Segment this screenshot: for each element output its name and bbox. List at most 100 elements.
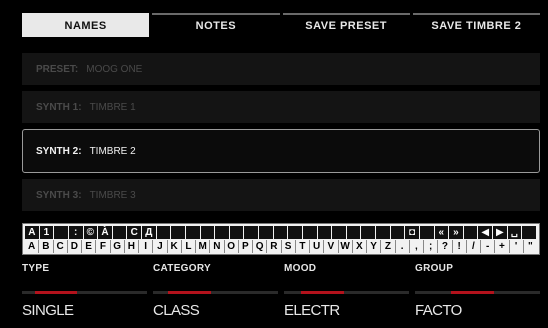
row-label: SYNTH 1: [36, 101, 82, 113]
symbol-key[interactable] [361, 226, 376, 239]
keyboard-letter-row: A B C D E F G H I J K L M N O P Q R S T U V W X Y Z.,;?! / - + ' " [25, 240, 537, 253]
letter-key[interactable]: T [296, 240, 310, 253]
symbol-key[interactable] [171, 226, 186, 239]
symbol-key[interactable] [332, 226, 347, 239]
symbol-key[interactable] [156, 226, 172, 239]
symbol-key[interactable] [273, 226, 289, 239]
letter-key[interactable]: ? [438, 240, 453, 253]
symbol-key[interactable] [463, 226, 479, 239]
synth-2-name-row[interactable]: SYNTH 2: TIMBRE 2 [22, 129, 540, 173]
letter-key[interactable]: R [267, 240, 282, 253]
symbol-key[interactable]: Д [142, 226, 157, 239]
letter-key[interactable]: A [25, 240, 40, 253]
synth-1-name-row[interactable]: SYNTH 1: TIMBRE 1 [22, 91, 540, 123]
letter-key[interactable]: K [168, 240, 182, 253]
symbol-key[interactable]: ◀ [478, 226, 493, 239]
mood-attribute[interactable]: MOOD ELECTR [284, 263, 409, 325]
letter-key[interactable]: / [467, 240, 481, 253]
symbol-key[interactable]: : [68, 226, 84, 239]
letter-key[interactable]: C [54, 240, 68, 253]
symbol-key[interactable] [390, 226, 406, 239]
symbol-key[interactable] [244, 226, 259, 239]
attribute-value: CLASS [153, 302, 200, 319]
letter-key[interactable]: U [310, 240, 325, 253]
attribute-scroll-track [284, 291, 409, 294]
synth-3-name-row[interactable]: SYNTH 3: TIMBRE 3 [22, 179, 540, 211]
row-value: TIMBRE 3 [89, 189, 136, 201]
letter-key[interactable]: F [96, 240, 111, 253]
symbol-key[interactable] [112, 226, 128, 239]
letter-key[interactable]: P [239, 240, 253, 253]
symbol-key[interactable]: С [127, 226, 142, 239]
symbol-key[interactable]: ◘ [405, 226, 420, 239]
letter-key[interactable]: " [524, 240, 537, 253]
symbol-key[interactable]: À [98, 226, 113, 239]
category-attribute[interactable]: CATEGORY CLASS [153, 263, 278, 325]
letter-key[interactable]: W [339, 240, 353, 253]
letter-key[interactable]: , [410, 240, 424, 253]
letter-key[interactable]: ; [424, 240, 439, 253]
symbol-key[interactable]: « [434, 226, 450, 239]
attribute-scroll-thumb[interactable] [301, 291, 344, 294]
attribute-value: FACTO [415, 302, 462, 319]
symbol-key[interactable]: ␣ [507, 226, 523, 239]
letter-key[interactable]: D [68, 240, 82, 253]
row-value: MOOG ONE [86, 63, 143, 75]
letter-key[interactable]: - [481, 240, 496, 253]
letter-key[interactable]: M [196, 240, 211, 253]
type-attribute[interactable]: TYPE SINGLE [22, 263, 147, 325]
letter-key[interactable]: E [82, 240, 97, 253]
symbol-key[interactable] [522, 226, 537, 239]
letter-key[interactable]: X [353, 240, 367, 253]
letter-key[interactable]: J [153, 240, 168, 253]
tab-notes[interactable]: NOTES [152, 13, 280, 37]
letter-key[interactable]: H [125, 240, 139, 253]
symbol-key[interactable] [376, 226, 391, 239]
symbol-key[interactable] [302, 226, 318, 239]
attribute-value: ELECTR [284, 302, 340, 319]
letter-key[interactable]: S [282, 240, 296, 253]
letter-key[interactable]: V [324, 240, 339, 253]
symbol-key[interactable]: » [449, 226, 464, 239]
tab-save-preset[interactable]: SAVE PRESET [282, 13, 410, 37]
letter-key[interactable]: N [210, 240, 225, 253]
letter-key[interactable]: Q [253, 240, 268, 253]
symbol-key[interactable]: 1 [39, 226, 55, 239]
symbol-key[interactable] [229, 226, 245, 239]
letter-key[interactable]: ! [453, 240, 467, 253]
letter-key[interactable]: L [182, 240, 196, 253]
symbol-key[interactable] [288, 226, 303, 239]
symbol-key[interactable] [54, 226, 69, 239]
letter-key[interactable]: O [225, 240, 239, 253]
attribute-value: SINGLE [22, 302, 74, 319]
symbol-key[interactable] [259, 226, 274, 239]
letter-key[interactable]: G [111, 240, 125, 253]
group-attribute[interactable]: GROUP FACTO [415, 263, 540, 325]
letter-key[interactable]: Y [367, 240, 382, 253]
attribute-scroll-thumb[interactable] [34, 291, 78, 294]
symbol-key[interactable] [215, 226, 230, 239]
attribute-label: TYPE [22, 263, 50, 274]
letter-key[interactable]: + [495, 240, 510, 253]
row-value: TIMBRE 1 [89, 101, 136, 113]
tab-names[interactable]: NAMES [22, 13, 150, 37]
attribute-scroll-thumb[interactable] [451, 291, 494, 294]
preset-name-row[interactable]: PRESET: MOOG ONE [22, 53, 540, 85]
symbol-key[interactable] [200, 226, 216, 239]
letter-key[interactable]: B [39, 240, 54, 253]
letter-key[interactable]: Z [381, 240, 396, 253]
symbol-key[interactable]: A [25, 226, 40, 239]
letter-key[interactable]: I [139, 240, 154, 253]
symbol-key[interactable] [185, 226, 201, 239]
letter-key[interactable]: . [396, 240, 410, 253]
symbol-key[interactable]: ▶ [493, 226, 508, 239]
attribute-label: GROUP [415, 263, 454, 274]
symbol-key[interactable]: © [83, 226, 99, 239]
symbol-key[interactable] [346, 226, 362, 239]
letter-key[interactable]: ' [510, 240, 524, 253]
tab-save-timbre-2[interactable]: SAVE TIMBRE 2 [412, 13, 540, 37]
symbol-key[interactable] [317, 226, 333, 239]
row-label: SYNTH 3: [36, 189, 82, 201]
symbol-key[interactable] [419, 226, 435, 239]
attribute-scroll-thumb[interactable] [168, 291, 211, 294]
